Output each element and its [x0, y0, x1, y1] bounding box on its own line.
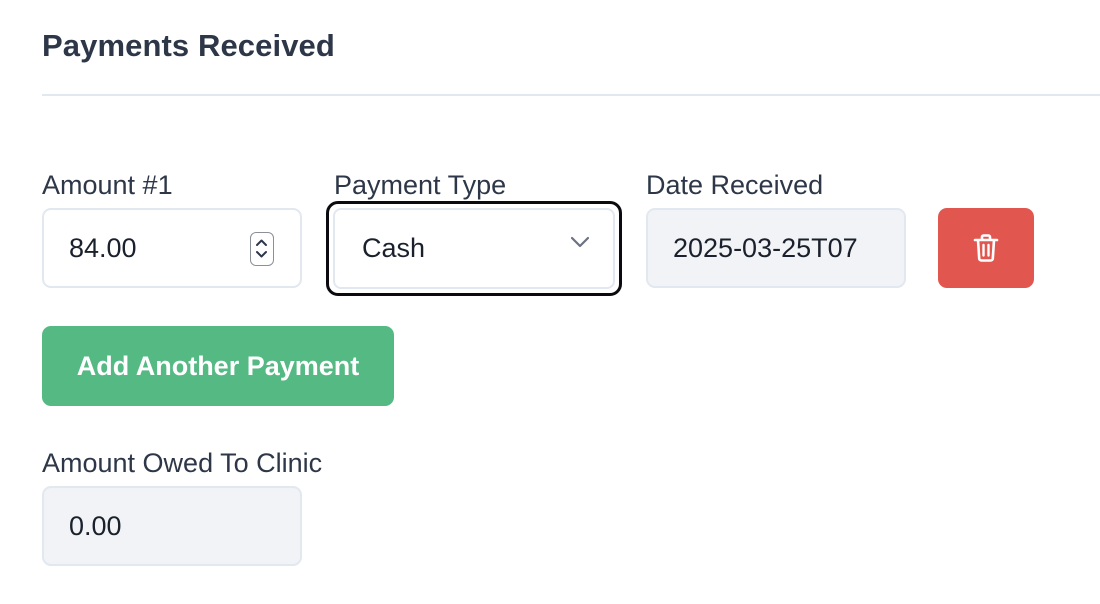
date-received-label: Date Received: [646, 170, 824, 200]
payment-type-value: Cash: [362, 233, 426, 263]
section-title: Payments Received: [42, 28, 335, 63]
payment-type-select[interactable]: Cash: [326, 201, 622, 296]
amount-label: Amount #1: [42, 170, 173, 200]
amount-owed-input[interactable]: 0.00: [42, 486, 302, 566]
date-received-input[interactable]: 2025-03-25T07: [646, 208, 906, 288]
trash-icon: [973, 234, 999, 262]
payment-type-label: Payment Type: [334, 170, 507, 200]
add-payment-button[interactable]: Add Another Payment: [42, 326, 394, 406]
amount-owed-value: 0.00: [69, 510, 122, 541]
amount-owed-label: Amount Owed To Clinic: [42, 448, 323, 478]
section-divider: [42, 94, 1100, 96]
date-received-value: 2025-03-25T07: [673, 232, 858, 263]
amount-value: 84.00: [69, 232, 137, 263]
number-stepper[interactable]: [250, 232, 274, 266]
chevron-down-icon: [570, 236, 590, 248]
delete-payment-button[interactable]: [938, 208, 1034, 288]
amount-input[interactable]: 84.00: [42, 208, 302, 288]
